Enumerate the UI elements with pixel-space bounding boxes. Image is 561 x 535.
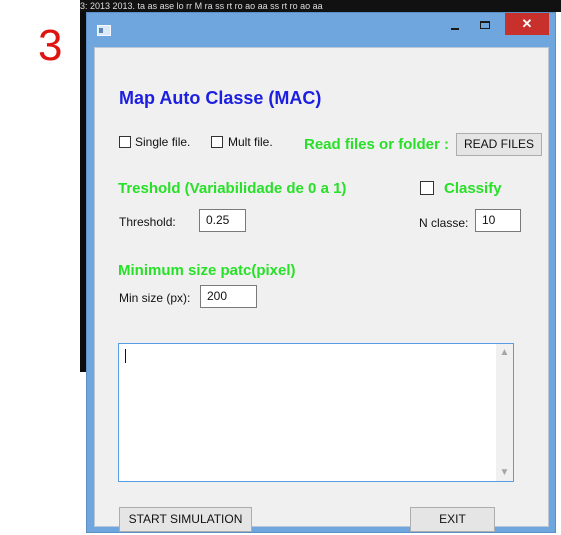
single-file-checkbox[interactable] <box>119 136 131 148</box>
form-client-area: Map Auto Classe (MAC) Single file. Mult … <box>94 47 549 532</box>
mult-file-checkbox[interactable] <box>211 136 223 148</box>
threshold-label: Threshold: <box>119 215 176 229</box>
close-icon[interactable]: ✕ <box>505 13 549 35</box>
minsize-label: Min size (px): <box>119 291 191 305</box>
app-window: ✕ Map Auto Classe (MAC) Single file. Mul… <box>86 12 556 533</box>
threshold-input[interactable]: 0.25 <box>199 209 246 232</box>
threshold-heading: Treshold (Variabilidade de 0 a 1) <box>118 180 347 197</box>
text-caret <box>125 349 126 363</box>
maximize-icon[interactable] <box>472 13 498 35</box>
app-window-icon[interactable] <box>97 25 111 36</box>
exit-button[interactable]: EXIT <box>410 507 495 532</box>
output-scrollbar[interactable]: ▲ ▼ <box>496 344 513 481</box>
nclasse-input[interactable]: 10 <box>475 209 521 232</box>
read-files-button[interactable]: READ FILES <box>456 133 542 156</box>
start-simulation-button[interactable]: START SIMULATION <box>119 507 252 532</box>
scroll-down-arrow-icon[interactable]: ▼ <box>496 464 513 481</box>
minimize-icon[interactable] <box>442 13 468 35</box>
classify-label: Classify <box>444 180 502 197</box>
scroll-up-arrow-icon[interactable]: ▲ <box>496 344 513 361</box>
classify-checkbox[interactable] <box>420 181 434 195</box>
minsize-heading: Minimum size patc(pixel) <box>118 262 296 279</box>
form-title: Map Auto Classe (MAC) <box>119 88 322 108</box>
mult-file-label: Mult file. <box>228 135 273 149</box>
minsize-input[interactable]: 200 <box>200 285 257 308</box>
read-files-heading: Read files or folder : <box>304 136 450 153</box>
single-file-label: Single file. <box>135 135 191 149</box>
nclasse-label: N classe: <box>419 216 469 230</box>
title-bar[interactable]: ✕ <box>87 13 555 47</box>
figure-number: 3 <box>38 21 63 70</box>
output-textarea[interactable]: ▲ ▼ <box>118 343 514 482</box>
background-screen-strip: 3: 2013 2013. ta as ase lo rr M ra ss rt… <box>80 0 561 12</box>
